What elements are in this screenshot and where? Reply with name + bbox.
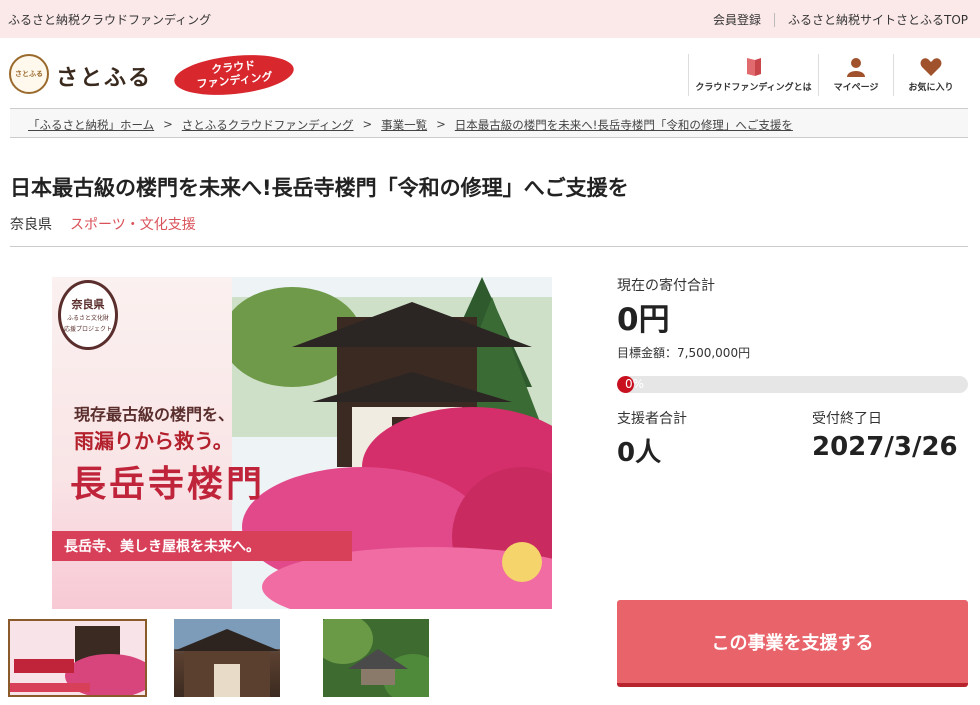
project-main-image: 奈良県 ふるさと文化財 応援プロジェクト 現存最古級の楼門を、 雨漏りから救う。…: [52, 277, 552, 609]
nav-mypage[interactable]: マイページ: [818, 54, 893, 96]
seal-sub1: ふるさと文化財: [66, 315, 109, 322]
total-donation-label: 現在の寄付合計: [617, 278, 715, 294]
hero-copy-line1: 現存最古級の楼門を、: [74, 405, 235, 424]
top-link-divider: [773, 12, 775, 27]
header-nav: クラウドファンディングとは マイページ お気に入り: [688, 54, 968, 96]
progress-bar: 0%: [617, 376, 968, 393]
thumbnail-1-art: [10, 621, 145, 695]
book-icon: [745, 54, 763, 80]
seal-sub2: 応援プロジェクト: [63, 326, 112, 333]
supporters-value: 0人: [617, 438, 662, 468]
site-tagline: ふるさと納税クラウドファンディング: [8, 13, 212, 27]
hero-copy-line2: 雨漏りから救う。: [74, 429, 233, 453]
breadcrumb-projects[interactable]: 事業一覧: [381, 117, 427, 133]
nav-about-label: クラウドファンディングとは: [695, 83, 812, 93]
breadcrumb: 「ふるさと納税」ホーム > さとふるクラウドファンディング > 事業一覧 > 日…: [10, 108, 968, 138]
seal-title: 奈良県: [71, 298, 105, 311]
deadline-value: 2027/3/26: [812, 432, 958, 462]
hero-band: 長岳寺、美しき屋根を未来へ。: [52, 531, 352, 561]
thumbnail-3[interactable]: [323, 619, 429, 697]
breadcrumb-separator: >: [163, 117, 173, 131]
breadcrumb-home[interactable]: 「ふるさと納税」ホーム: [28, 117, 154, 133]
top-bar: ふるさと納税クラウドファンディング 会員登録 ふるさと納税サイトさとふるTOP: [0, 0, 980, 38]
nav-about-crowdfunding[interactable]: クラウドファンディングとは: [688, 54, 818, 96]
breadcrumb-current[interactable]: 日本最古級の楼門を未来へ!長岳寺楼門「令和の修理」へご支援を: [455, 117, 793, 133]
crowdfunding-badge[interactable]: クラウド ファンディング: [168, 49, 296, 101]
nav-favorites-label: お気に入り: [908, 83, 954, 93]
top-links: 会員登録 ふるさと納税サイトさとふるTOP: [713, 11, 968, 28]
support-project-button[interactable]: この事業を支援する: [617, 600, 968, 687]
thumbnail-2[interactable]: [174, 619, 280, 697]
goal-amount: 目標金額：7,500,000円: [617, 346, 751, 360]
thumbnail-1[interactable]: [8, 619, 147, 697]
deadline-label: 受付終了日: [812, 411, 882, 427]
supporters-label: 支援者合計: [617, 411, 687, 427]
thumbnail-2-art: [174, 619, 280, 697]
breadcrumb-crowdfunding[interactable]: さとふるクラウドファンディング: [182, 117, 354, 133]
breadcrumb-separator: >: [436, 117, 446, 131]
breadcrumb-separator: >: [362, 117, 373, 131]
logo-mark-text: さとふる: [15, 69, 43, 78]
user-icon: [845, 54, 867, 80]
thumbnail-3-art: [323, 619, 429, 697]
breadcrumb-list: 「ふるさと納税」ホーム > さとふるクラウドファンディング > 事業一覧 > 日…: [28, 117, 793, 133]
title-divider: [10, 246, 968, 247]
prefecture-seal: 奈良県 ふるさと文化財 応援プロジェクト: [58, 280, 118, 350]
satofull-logo-text[interactable]: さとふる: [56, 60, 152, 92]
satofull-top-link[interactable]: ふるさと納税サイトさとふるTOP: [788, 11, 968, 28]
nav-mypage-label: マイページ: [833, 83, 879, 93]
register-link[interactable]: 会員登録: [713, 11, 761, 28]
total-donation-value: 0円: [617, 302, 670, 338]
project-category-link[interactable]: スポーツ・文化支援: [70, 214, 196, 234]
satofull-logo-mark[interactable]: さとふる: [9, 54, 49, 94]
heart-icon: [919, 54, 943, 80]
project-meta: 奈良県 スポーツ・文化支援: [10, 214, 196, 234]
page-title: 日本最古級の楼門を未来へ!長岳寺楼門「令和の修理」へご支援を: [10, 176, 629, 200]
project-region: 奈良県: [10, 217, 52, 233]
nav-favorites[interactable]: お気に入り: [893, 54, 968, 96]
badge-text: クラウド ファンディング: [181, 56, 287, 93]
progress-percent: 0%: [625, 377, 645, 391]
hero-copy-title: 長岳寺楼門: [70, 463, 266, 505]
site-header: さとふる さとふる クラウド ファンディング クラウドファンディングとは マイペ…: [0, 38, 980, 106]
